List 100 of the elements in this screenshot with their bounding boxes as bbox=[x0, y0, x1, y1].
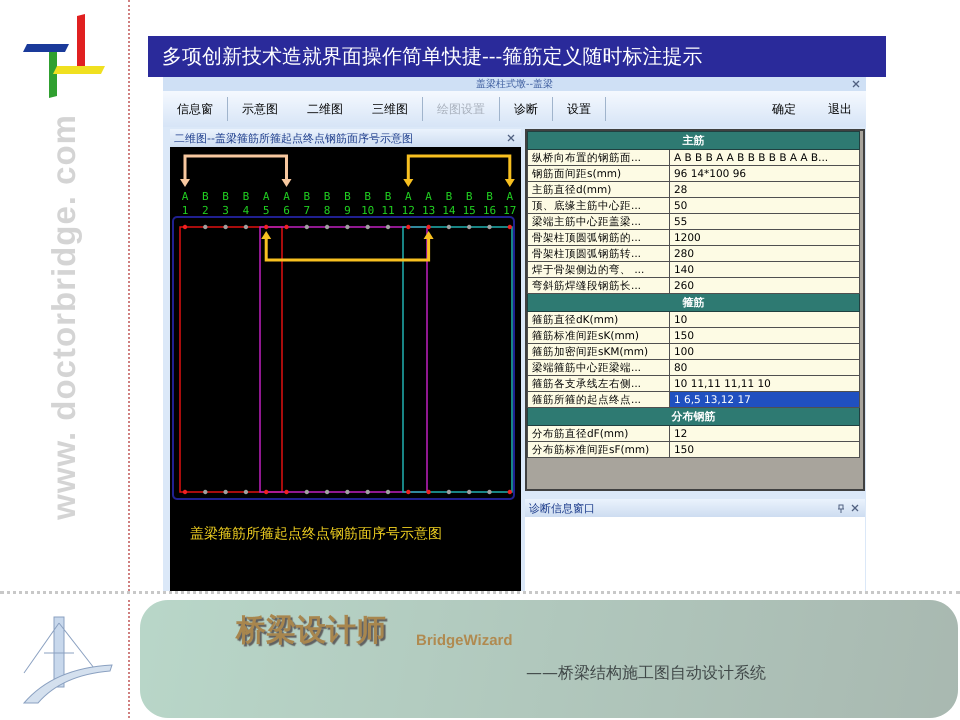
toolbar-button[interactable]: 信息窗 bbox=[167, 96, 223, 122]
drawing-caption: 盖梁箍筋所箍起点终点钢筋面序号示意图 bbox=[190, 525, 442, 543]
section-header[interactable]: 主筋 bbox=[528, 132, 860, 150]
toolbar-button[interactable]: 退出 bbox=[818, 96, 862, 122]
property-value[interactable]: 280 bbox=[670, 246, 860, 262]
rebar-type-label: A bbox=[262, 190, 270, 203]
rebar-dot bbox=[324, 490, 330, 494]
rebar-dot bbox=[386, 224, 390, 230]
property-label[interactable]: 箍筋标准间距sK(mm) bbox=[528, 328, 670, 344]
rebar-dot bbox=[426, 224, 431, 230]
property-label[interactable]: 梁端箍筋中心距梁端... bbox=[528, 360, 670, 376]
property-label[interactable]: 顶、底缘主筋中心距... bbox=[528, 198, 670, 214]
property-label[interactable]: 弯斜筋焊缝段钢筋长... bbox=[528, 278, 670, 294]
rebar-dot bbox=[324, 224, 330, 230]
product-name: 桥梁设计师 bbox=[236, 612, 386, 650]
property-value[interactable]: 12 bbox=[670, 426, 860, 442]
rebar-dot bbox=[406, 490, 410, 494]
rebar-dot bbox=[284, 490, 289, 494]
property-value[interactable]: 260 bbox=[670, 278, 860, 294]
rebar-number-label: 7 bbox=[303, 204, 310, 217]
pane-title: 诊断信息窗口 bbox=[529, 500, 595, 516]
rebar-type-label: A bbox=[283, 190, 290, 203]
rebar-dot bbox=[182, 490, 188, 494]
property-label[interactable]: 分布筋直径dF(mm) bbox=[528, 426, 670, 442]
section-header[interactable]: 箍筋 bbox=[528, 294, 860, 312]
rebar-type-label: B bbox=[344, 190, 351, 203]
rebar-dot bbox=[223, 224, 228, 230]
rebar-dot bbox=[426, 490, 431, 494]
rebar-dot bbox=[223, 490, 228, 494]
toolbar-button[interactable]: 诊断 bbox=[504, 96, 548, 122]
rebar-type-label: B bbox=[303, 190, 310, 203]
rebar-dot bbox=[366, 490, 370, 494]
property-label[interactable]: 箍筋所箍的起点终点... bbox=[528, 392, 670, 408]
property-value[interactable]: 10 bbox=[670, 312, 860, 328]
rebar-type-label: B bbox=[202, 190, 209, 203]
property-value[interactable]: 140 bbox=[670, 262, 860, 278]
toolbar-button[interactable]: 三维图 bbox=[362, 96, 418, 122]
property-value[interactable]: 150 bbox=[670, 442, 860, 458]
product-subtitle: ——桥梁结构施工图自动设计系统 bbox=[526, 663, 767, 684]
property-value[interactable]: A B B B A A B B B B B A A B... bbox=[670, 150, 860, 166]
property-value[interactable]: 96 14*100 96 bbox=[670, 166, 860, 182]
property-label[interactable]: 箍筋加密间距sKM(mm) bbox=[528, 344, 670, 360]
property-label[interactable]: 分布筋标准间距sF(mm) bbox=[528, 442, 670, 458]
property-value[interactable]: 55 bbox=[670, 214, 860, 230]
rebar-number-label: 10 bbox=[361, 204, 374, 217]
property-label[interactable]: 钢筋面间距s(mm) bbox=[528, 166, 670, 182]
rebar-dot bbox=[244, 490, 248, 494]
rebar-number-label: 17 bbox=[503, 204, 516, 217]
property-value[interactable]: 150 bbox=[670, 328, 860, 344]
property-label[interactable]: 骨架柱顶圆弧钢筋的... bbox=[528, 230, 670, 246]
property-value[interactable]: 28 bbox=[670, 182, 860, 198]
property-label[interactable]: 箍筋直径dK(mm) bbox=[528, 312, 670, 328]
rebar-type-label: B bbox=[486, 190, 493, 203]
close-icon[interactable] bbox=[851, 504, 859, 512]
property-label[interactable]: 骨架柱顶圆弧钢筋转... bbox=[528, 246, 670, 262]
property-value[interactable]: 80 bbox=[670, 360, 860, 376]
rebar-number-label: 15 bbox=[462, 204, 476, 217]
rebar-number-label: 8 bbox=[324, 204, 330, 217]
property-label[interactable]: 纵桥向布置的钢筋面... bbox=[528, 150, 670, 166]
rebar-dot bbox=[244, 224, 248, 230]
rebar-dot bbox=[284, 224, 289, 230]
property-label[interactable]: 梁端主筋中心距盖梁... bbox=[528, 214, 670, 230]
close-icon[interactable] bbox=[507, 134, 515, 142]
rebar-number-label: 2 bbox=[202, 204, 209, 217]
close-icon[interactable] bbox=[852, 80, 860, 88]
rebar-dot bbox=[182, 224, 188, 230]
property-value[interactable]: 10 11,11 11,11 10 bbox=[670, 376, 860, 392]
toolbar-button[interactable]: 确定 bbox=[762, 96, 806, 122]
property-label[interactable]: 焊于骨架侧边的弯、 ... bbox=[528, 262, 670, 278]
pin-icon[interactable] bbox=[837, 504, 845, 512]
property-value[interactable]: 1 6,5 13,12 17 bbox=[670, 392, 860, 408]
toolbar-button[interactable]: 二维图 bbox=[297, 96, 353, 122]
rebar-number-label: 3 bbox=[222, 204, 229, 217]
property-value[interactable]: 1200 bbox=[670, 230, 860, 246]
rebar-type-label: B bbox=[466, 190, 473, 203]
rebar-type-label: A bbox=[404, 190, 412, 203]
rebar-number-label: 11 bbox=[381, 204, 395, 217]
banner-title: 多项创新技术造就界面操作简单快捷---箍筋定义随时标注提示 bbox=[148, 36, 886, 77]
rebar-dot bbox=[304, 224, 309, 230]
rebar-type-label: B bbox=[222, 190, 229, 203]
property-label[interactable]: 箍筋各支承线左右侧... bbox=[528, 376, 670, 392]
property-label[interactable]: 主筋直径d(mm) bbox=[528, 182, 670, 198]
property-value[interactable]: 50 bbox=[670, 198, 860, 214]
rebar-dot bbox=[508, 224, 512, 230]
rebar-number-label: 9 bbox=[344, 204, 351, 217]
rebar-type-label: B bbox=[324, 190, 330, 203]
toolbar-button[interactable]: 设置 bbox=[557, 96, 601, 122]
rebar-type-label: A bbox=[506, 190, 514, 203]
property-value[interactable]: 100 bbox=[670, 344, 860, 360]
rebar-dot bbox=[386, 490, 390, 494]
rebar-dot bbox=[487, 224, 492, 230]
section-header[interactable]: 分布钢筋 bbox=[528, 408, 860, 426]
rebar-dot bbox=[345, 224, 350, 230]
rebar-type-label: B bbox=[242, 190, 250, 203]
rebar-dot bbox=[203, 224, 208, 230]
window-title: 盖梁柱式墩--盖梁 bbox=[476, 78, 554, 91]
rebar-number-label: 4 bbox=[242, 204, 250, 217]
rebar-type-label: A bbox=[182, 190, 188, 203]
rebar-dot bbox=[406, 224, 410, 230]
toolbar-button[interactable]: 示意图 bbox=[232, 96, 288, 122]
